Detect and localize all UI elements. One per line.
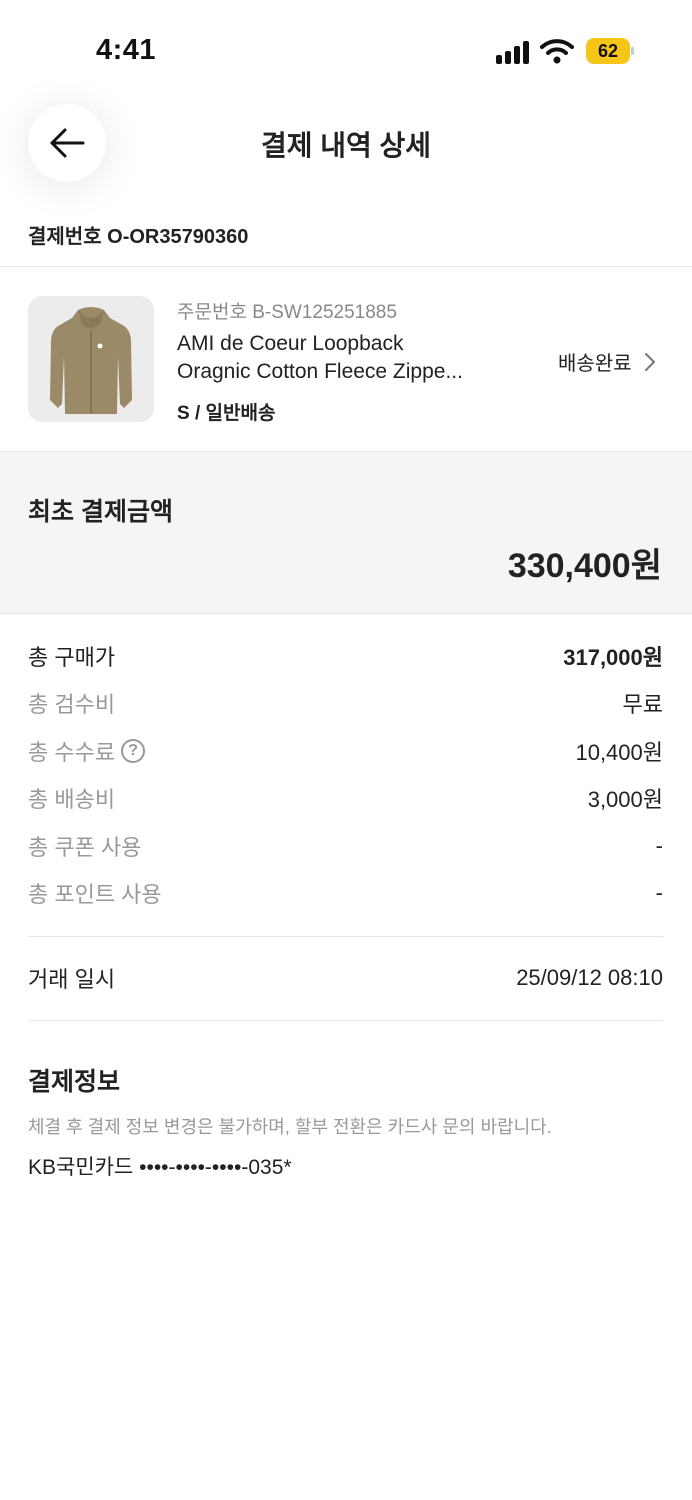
battery-icon: 62 xyxy=(586,38,634,64)
signal-icon xyxy=(496,40,532,64)
payment-info-title: 결제정보 xyxy=(28,1068,121,1096)
delivery-status-link[interactable]: 배송완료 xyxy=(558,347,656,376)
page-title: 결제 내역 상세 xyxy=(260,130,432,161)
row-value: 25/09/12 08:10 xyxy=(516,965,663,990)
delivery-status-label: 배송완료 xyxy=(558,353,632,375)
product-name-line2: Oragnic Cotton Fleece Zippe... xyxy=(177,360,463,383)
row-points: 총 포인트 사용 - xyxy=(28,878,663,908)
row-label: 총 포인트 사용 xyxy=(28,882,162,907)
row-inspection-fee: 총 검수비 무료 xyxy=(28,688,663,718)
row-value: 317,000원 xyxy=(563,645,663,670)
order-number: 주문번호 B-SW125251885 xyxy=(177,302,397,323)
row-coupon: 총 쿠폰 사용 - xyxy=(28,831,663,861)
divider xyxy=(28,1020,663,1021)
payment-number: 결제번호 O-OR35790360 xyxy=(28,226,249,248)
row-label: 총 검수비 xyxy=(28,692,116,717)
payment-info-note: 체결 후 결제 정보 변경은 불가하며, 할부 전환은 카드사 문의 바랍니다. xyxy=(28,1117,552,1137)
hoodie-image xyxy=(50,307,132,414)
initial-payment-label: 최초 결제금액 xyxy=(28,498,173,526)
wifi-icon xyxy=(540,38,574,64)
row-value: - xyxy=(655,833,663,858)
row-transaction-date: 거래 일시 25/09/12 08:10 xyxy=(28,963,663,993)
status-time: 4:41 xyxy=(96,34,157,66)
row-value: 10,400원 xyxy=(575,740,663,765)
row-commission: 총 수수료 ? 10,400원 xyxy=(28,736,663,766)
row-label: 총 쿠폰 사용 xyxy=(28,835,142,860)
help-icon[interactable]: ? xyxy=(121,739,146,763)
product-name-line1: AMI de Coeur Loopback xyxy=(177,332,404,355)
row-value: 3,000원 xyxy=(587,787,663,812)
row-value: 무료 xyxy=(622,692,663,717)
row-label: 거래 일시 xyxy=(28,967,116,992)
row-value: - xyxy=(655,880,663,905)
divider xyxy=(28,936,663,937)
status-bar: 4:41 62 xyxy=(0,0,692,100)
chevron-right-icon xyxy=(644,352,655,371)
row-label: 총 구매가 xyxy=(28,645,116,670)
row-label-wrap: 총 수수료 ? xyxy=(28,735,146,767)
product-name[interactable]: AMI de Coeur Loopback Oragnic Cotton Fle… xyxy=(177,330,517,386)
payment-card: KB국민카드 ••••-••••-••••-035* xyxy=(28,1156,292,1179)
initial-payment-panel: 최초 결제금액 330,400원 xyxy=(0,451,692,614)
battery-level: 62 xyxy=(597,41,619,61)
row-label: 총 배송비 xyxy=(28,787,116,812)
row-total-purchase: 총 구매가 317,000원 xyxy=(28,641,663,671)
divider xyxy=(0,266,692,267)
row-label: 총 수수료 xyxy=(28,740,116,765)
product-option: S / 일반배송 xyxy=(177,403,276,424)
product-image[interactable] xyxy=(28,296,154,422)
row-shipping-fee: 총 배송비 3,000원 xyxy=(28,783,663,813)
initial-payment-amount: 330,400원 xyxy=(507,547,662,585)
